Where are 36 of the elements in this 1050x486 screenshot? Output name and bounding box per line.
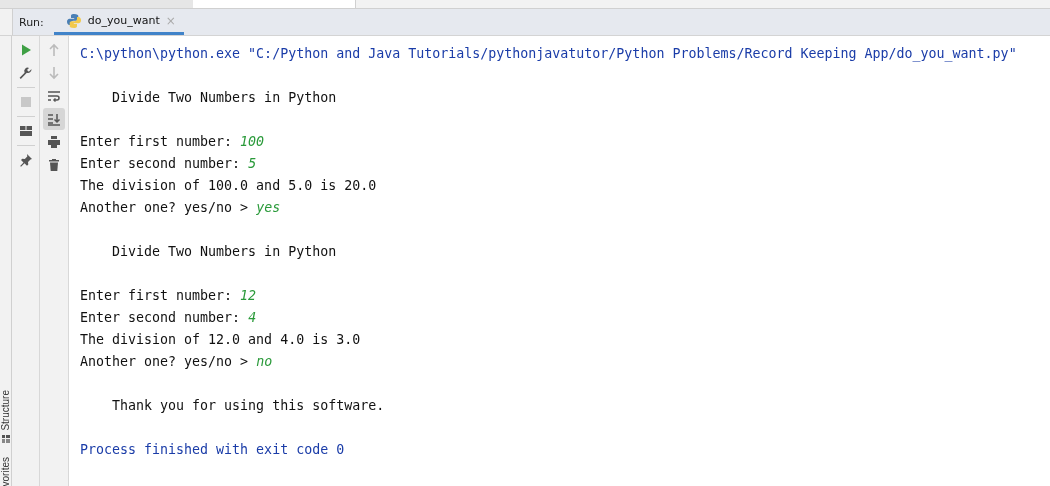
input-text: yes <box>256 200 281 215</box>
console-line: Process finished with exit code 0 <box>80 441 346 459</box>
console-line: Divide Two Numbers in Python <box>111 89 338 107</box>
prompt-text: Another one? yes/no > <box>80 200 250 215</box>
input-text: 12 <box>240 288 257 303</box>
prompt-text: Enter second number: <box>80 310 242 325</box>
input-text: no <box>256 354 273 369</box>
input-text: 100 <box>240 134 265 149</box>
input-text: 5 <box>248 156 257 171</box>
side-tab[interactable]: Structure <box>0 389 11 443</box>
console-line: The division of 12.0 and 4.0 is 3.0 <box>80 331 362 349</box>
wrench-icon <box>18 66 33 80</box>
scroll-to-end-icon <box>47 112 61 126</box>
structure-icon <box>1 434 10 443</box>
console-line: C:\python\python.exe "C:/Python and Java Tutorials/pythonjavatutor/Python Problems/Record Keeping App/do_you_want.py" <box>80 45 1018 64</box>
trash-icon <box>47 158 61 172</box>
console-line: Thank you for using this software. <box>111 397 386 415</box>
console-line: The division of 100.0 and 5.0 is 20.0 <box>80 177 378 195</box>
python-icon <box>65 12 82 29</box>
pin-icon <box>18 153 33 167</box>
input-text: 4 <box>248 310 257 325</box>
layout-icon <box>18 124 33 138</box>
arrow-down-icon <box>47 66 61 80</box>
soft-wrap-icon <box>47 89 61 103</box>
scroll-to-end-button[interactable] <box>43 108 65 130</box>
run-tab[interactable]: do_you_want × <box>53 9 184 35</box>
run-label: Run: <box>18 14 45 31</box>
side-tab[interactable]: vorites <box>0 456 11 486</box>
console-line: Divide Two Numbers in Python <box>111 243 338 261</box>
arrow-up-icon <box>47 43 61 57</box>
prompt-text: Enter first number: <box>80 134 234 149</box>
printer-icon <box>47 135 61 149</box>
prompt-text: Another one? yes/no > <box>80 354 250 369</box>
prompt-text: Enter first number: <box>80 288 234 303</box>
stop-icon <box>18 95 33 109</box>
prompt-text: Enter second number: <box>80 156 242 171</box>
